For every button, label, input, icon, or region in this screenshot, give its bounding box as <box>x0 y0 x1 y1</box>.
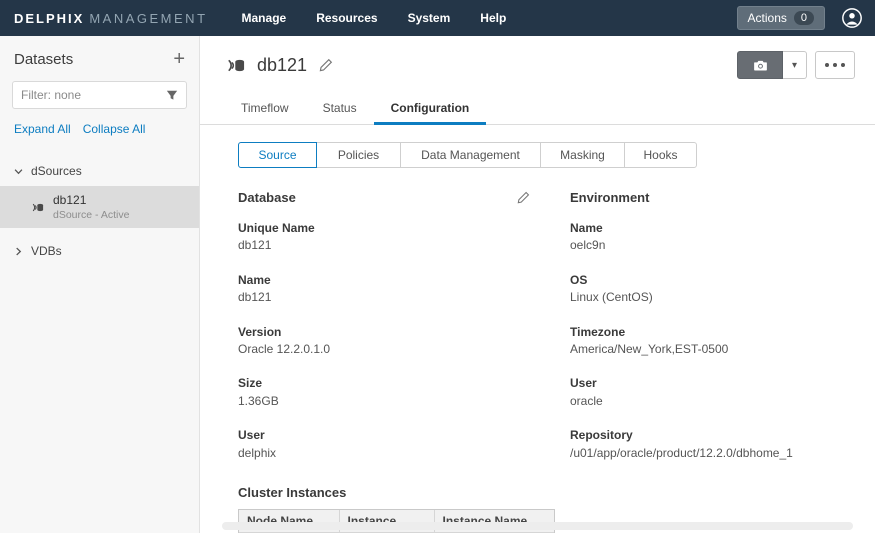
menu-resources[interactable]: Resources <box>316 11 377 25</box>
header-buttons: ▾ <box>737 51 855 79</box>
configuration-subtabs: Source Policies Data Management Masking … <box>238 142 875 168</box>
sidebar-header: Datasets + <box>0 36 199 78</box>
database-heading-row: Database <box>238 190 530 205</box>
brand-primary: DELPHIX <box>14 11 84 26</box>
field-version: Version Oracle 12.2.0.1.0 <box>238 324 570 359</box>
tab-bar: Timeflow Status Configuration <box>200 93 875 125</box>
subtab-source[interactable]: Source <box>238 142 317 168</box>
snapshot-split-button: ▾ <box>737 51 807 79</box>
chevron-right-icon <box>14 247 23 256</box>
field-name: Name db121 <box>238 272 570 307</box>
filter-input[interactable]: Filter: none <box>12 81 187 109</box>
environment-section: Environment Name oelc9n OS Linux (CentOS… <box>570 190 851 479</box>
main-panel: db121 ▾ Timeflow <box>200 36 875 533</box>
actions-label: Actions <box>748 11 787 25</box>
field-env-user: User oracle <box>570 375 851 410</box>
tree-group-label: VDBs <box>31 244 62 258</box>
field-db-user: User delphix <box>238 427 570 462</box>
subtab-policies[interactable]: Policies <box>316 142 401 168</box>
top-menu: Manage Resources System Help <box>242 11 507 25</box>
expand-all-link[interactable]: Expand All <box>14 122 71 136</box>
subtab-data-management[interactable]: Data Management <box>400 142 541 168</box>
subtab-hooks[interactable]: Hooks <box>624 142 697 168</box>
menu-manage[interactable]: Manage <box>242 11 287 25</box>
user-avatar-icon[interactable] <box>841 7 863 29</box>
tree-group-dsources[interactable]: dSources <box>0 156 199 186</box>
brand-logo: DELPHIX MANAGEMENT <box>14 11 208 26</box>
tree-group-vdbs[interactable]: VDBs <box>0 236 199 266</box>
database-heading: Database <box>238 190 296 205</box>
source-details: Database Unique Name db121 Name db121 Ve… <box>200 168 875 479</box>
tree-item-db121[interactable]: db121 dSource - Active <box>0 186 199 228</box>
filter-text: Filter: none <box>21 88 81 102</box>
snapshot-camera-button[interactable] <box>737 51 783 79</box>
top-nav-bar: DELPHIX MANAGEMENT Manage Resources Syst… <box>0 0 875 36</box>
field-env-name: Name oelc9n <box>570 220 851 255</box>
actions-button[interactable]: Actions 0 <box>737 6 825 30</box>
field-size: Size 1.36GB <box>238 375 570 410</box>
cluster-instances-heading: Cluster Instances <box>238 485 851 500</box>
filter-icon[interactable] <box>166 89 178 101</box>
datasets-sidebar: Datasets + Filter: none Expand All Colla… <box>0 36 200 533</box>
sidebar-links: Expand All Collapse All <box>0 119 199 148</box>
tree-group-label: dSources <box>31 164 82 178</box>
menu-system[interactable]: System <box>408 11 451 25</box>
database-section: Database Unique Name db121 Name db121 Ve… <box>238 190 570 479</box>
field-os: OS Linux (CentOS) <box>570 272 851 307</box>
tree-item-name: db121 <box>53 192 129 208</box>
dsource-icon <box>30 200 45 215</box>
subtab-masking[interactable]: Masking <box>540 142 625 168</box>
tab-timeflow[interactable]: Timeflow <box>224 93 306 125</box>
sidebar-title: Datasets <box>14 51 73 68</box>
app-shell: Datasets + Filter: none Expand All Colla… <box>0 36 875 533</box>
tree-item-status: dSource - Active <box>53 208 129 222</box>
page-title: db121 <box>257 55 307 76</box>
snapshot-dropdown-button[interactable]: ▾ <box>783 51 807 79</box>
chevron-down-icon <box>14 167 23 176</box>
tab-configuration[interactable]: Configuration <box>374 93 487 125</box>
collapse-all-link[interactable]: Collapse All <box>83 122 146 136</box>
edit-database-icon[interactable] <box>517 191 530 204</box>
brand-secondary: MANAGEMENT <box>89 11 207 26</box>
field-timezone: Timezone America/New_York,EST-0500 <box>570 324 851 359</box>
menu-help[interactable]: Help <box>480 11 506 25</box>
horizontal-scrollbar[interactable] <box>222 522 853 530</box>
more-options-button[interactable] <box>815 51 855 79</box>
field-repository: Repository /u01/app/oracle/product/12.2.… <box>570 427 851 462</box>
field-unique-name: Unique Name db121 <box>238 220 570 255</box>
environment-heading: Environment <box>570 190 649 205</box>
actions-badge: 0 <box>794 11 814 25</box>
edit-title-icon[interactable] <box>319 58 333 72</box>
topbar-right: Actions 0 <box>737 6 863 30</box>
dsource-icon <box>224 54 247 77</box>
tab-status[interactable]: Status <box>306 93 374 125</box>
environment-heading-row: Environment <box>570 190 851 205</box>
main-header: db121 ▾ <box>200 36 875 79</box>
add-dataset-button[interactable]: + <box>173 49 185 69</box>
